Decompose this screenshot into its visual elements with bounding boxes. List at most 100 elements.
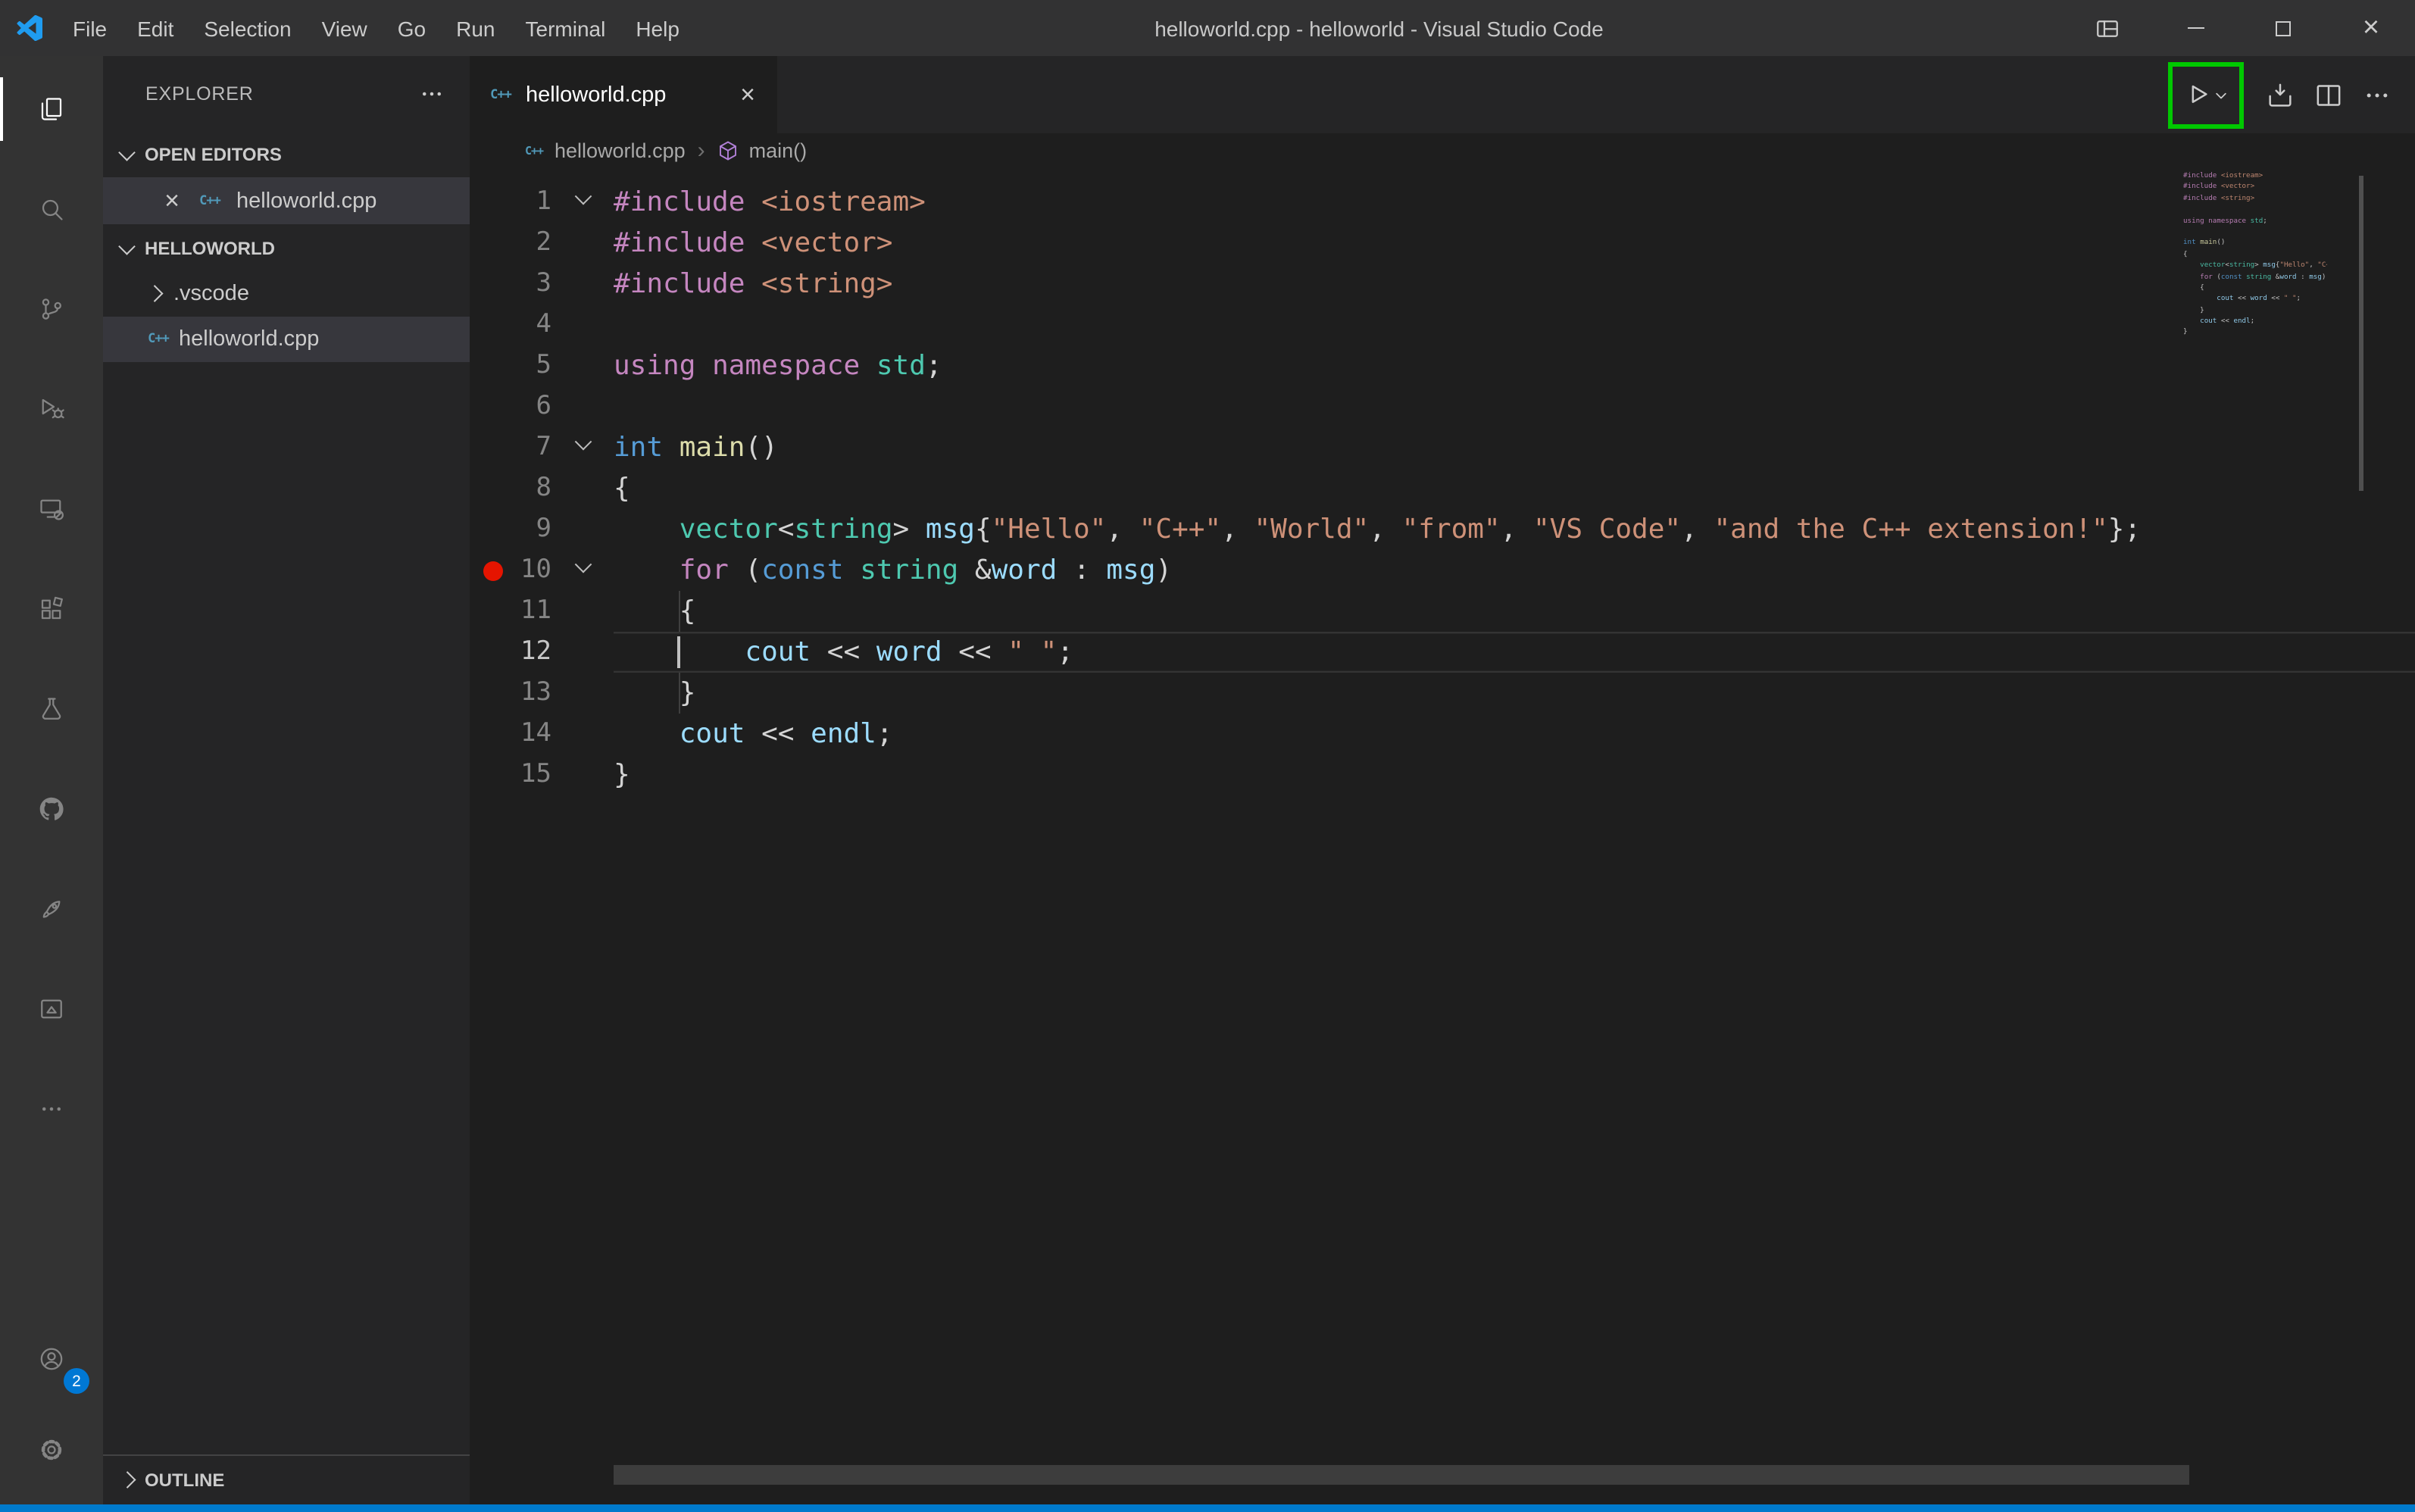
layout-button[interactable]	[2064, 0, 2151, 56]
editor[interactable]: 1 #include <iostream> 2 #include <vector> 3 #…	[470, 167, 2415, 1504]
minimize-button[interactable]	[2151, 0, 2239, 56]
activity-item-run-and-debug[interactable]	[0, 359, 103, 459]
run-dropdown-button[interactable]	[2209, 73, 2232, 116]
gutter[interactable]: 12	[470, 632, 614, 673]
breakpoint-dot[interactable]	[483, 561, 503, 580]
cpp-file-icon-glyph: C++	[524, 143, 544, 157]
activity-item-explorer[interactable]	[0, 59, 103, 159]
activity-item-live-preview[interactable]	[0, 959, 103, 1059]
breadcrumbs: C++ helloworld.cpp main()	[470, 133, 2415, 167]
activity-item-testing[interactable]	[0, 659, 103, 759]
breadcrumb-file-label: helloworld.cpp	[555, 139, 686, 161]
close-button[interactable]: ×	[2327, 0, 2415, 56]
chevron-right-icon	[145, 286, 163, 302]
section-open-editors[interactable]: OPEN EDITORS	[103, 132, 470, 177]
activity-bar-bottom: 2	[0, 1314, 103, 1504]
close-editor-button[interactable]	[161, 188, 183, 214]
tree-item-helloworld-cpp[interactable]: C++ helloworld.cpp	[103, 317, 470, 362]
breadcrumb-file[interactable]: C++ helloworld.cpp	[523, 139, 686, 161]
code-line-8[interactable]: 8{	[470, 468, 2415, 509]
code-line-11[interactable]: 11 {	[470, 591, 2415, 632]
explorer-icon	[38, 95, 65, 123]
tab-helloworld-cpp[interactable]: C++ helloworld.cpp	[470, 56, 777, 133]
breadcrumb-symbol[interactable]: main()	[717, 139, 807, 161]
gutter[interactable]: 14	[470, 714, 614, 754]
gutter[interactable]: 10	[470, 550, 614, 591]
gutter[interactable]: 5	[470, 345, 614, 386]
editor-group: C++ helloworld.cpp C++ helloworld.cpp ma…	[470, 56, 2415, 1504]
code-line-7[interactable]: 7 int main()	[470, 427, 2415, 468]
code-line-9[interactable]: 9 vector<string> msg{"Hello", "C++", "Wo…	[470, 509, 2415, 550]
line-number: 3	[536, 268, 552, 298]
section-outline[interactable]: OUTLINE	[103, 1454, 470, 1504]
code-line-15[interactable]: 15}	[470, 754, 2415, 795]
gutter[interactable]: 8	[470, 468, 614, 509]
settings-icon	[38, 1436, 65, 1464]
horizontal-scrollbar-thumb[interactable]	[614, 1465, 2189, 1485]
activity-item-settings[interactable]	[0, 1404, 103, 1495]
open-editor-item[interactable]: C++ helloworld.cpp	[103, 177, 470, 224]
extensions-icon	[38, 595, 65, 623]
text-cursor	[677, 636, 681, 668]
source-control-icon	[38, 295, 65, 323]
code-text: }	[614, 759, 630, 791]
gutter[interactable]: 9	[470, 509, 614, 550]
activity-item-rocket[interactable]	[0, 859, 103, 959]
activity-item-extensions[interactable]	[0, 559, 103, 659]
minimap[interactable]: #include <iostream> #include <vector> #inc…	[2183, 171, 2327, 339]
code-line-12[interactable]: 12 cout << word << " ";	[470, 632, 2415, 673]
menu-file[interactable]: File	[58, 0, 122, 56]
menu-view[interactable]: View	[307, 0, 383, 56]
menu-help[interactable]: Help	[620, 0, 695, 56]
code-line-13[interactable]: 13 }	[470, 673, 2415, 714]
fold-chevron-icon[interactable]	[551, 433, 614, 451]
gutter[interactable]: 6	[470, 386, 614, 427]
activity-item-accounts[interactable]: 2	[0, 1314, 103, 1404]
code-line-3[interactable]: 3 #include <string>	[470, 264, 2415, 305]
cpp-file-icon-glyph: C++	[490, 87, 512, 102]
explorer-more-actions-button[interactable]	[418, 80, 445, 108]
code-line-5[interactable]: 5 using namespace std;	[470, 345, 2415, 386]
maximize-button[interactable]	[2239, 0, 2327, 56]
remote-explorer-icon	[38, 495, 65, 523]
activity-item-more[interactable]	[0, 1059, 103, 1159]
vertical-scrollbar-thumb[interactable]	[2359, 176, 2363, 491]
split-editor-button[interactable]	[2309, 73, 2348, 116]
gutter[interactable]: 1	[470, 182, 614, 223]
desktop-download-button[interactable]	[2260, 73, 2300, 116]
gutter[interactable]: 4	[470, 305, 614, 345]
fold-chevron-icon[interactable]	[551, 555, 614, 573]
activity-item-source-control[interactable]	[0, 259, 103, 359]
activity-item-github[interactable]	[0, 759, 103, 859]
gutter[interactable]: 2	[470, 223, 614, 264]
gutter[interactable]: 11	[470, 591, 614, 632]
menu-go[interactable]: Go	[383, 0, 441, 56]
activity-item-search[interactable]	[0, 159, 103, 259]
code-line-14[interactable]: 14 cout << endl;	[470, 714, 2415, 754]
section-workspace[interactable]: HELLOWORLD	[103, 224, 470, 271]
fold-chevron-icon[interactable]	[551, 187, 614, 205]
gutter[interactable]: 3	[470, 264, 614, 305]
gutter[interactable]: 13	[470, 673, 614, 714]
code-line-6[interactable]: 6	[470, 386, 2415, 427]
tree-item-vscode-folder[interactable]: .vscode	[103, 271, 470, 317]
activity-item-remote-explorer[interactable]	[0, 459, 103, 559]
code-line-1[interactable]: 1 #include <iostream>	[470, 182, 2415, 223]
menu-terminal[interactable]: Terminal	[511, 0, 621, 56]
editor-more-actions-button[interactable]	[2357, 73, 2397, 116]
menu-run[interactable]: Run	[441, 0, 510, 56]
more-icon	[38, 1095, 65, 1123]
code-line-10[interactable]: 10 for (const string &word : msg)	[470, 550, 2415, 591]
close-tab-button[interactable]	[736, 82, 759, 108]
gutter[interactable]: 15	[470, 754, 614, 795]
code-line-4[interactable]: 4	[470, 305, 2415, 345]
layout-icon	[2094, 14, 2121, 42]
code-line-2[interactable]: 2 #include <vector>	[470, 223, 2415, 264]
menu-selection[interactable]: Selection	[189, 0, 306, 56]
gutter[interactable]: 7	[470, 427, 614, 468]
title-bar: File Edit Selection View Go Run Terminal Help h…	[0, 0, 2415, 56]
menu-edit[interactable]: Edit	[122, 0, 189, 56]
line-number: 8	[536, 473, 552, 503]
